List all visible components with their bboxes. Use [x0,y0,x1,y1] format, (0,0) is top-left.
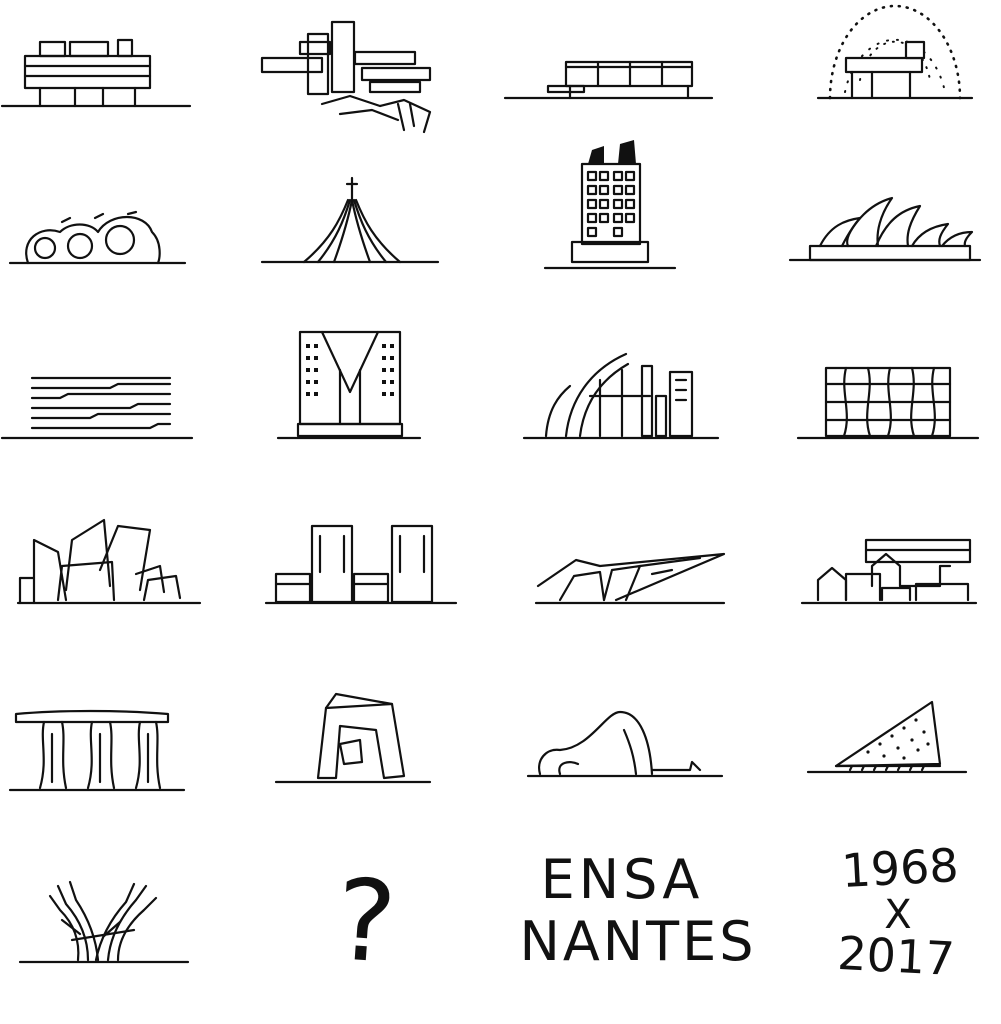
year-start: 1968 [840,838,960,898]
triangular-building-sketch-icon [806,700,968,774]
lattice-block-sketch-icon [796,366,980,440]
marina-bay-sands-sketch-icon [8,709,186,792]
geodesic-dome-sketch-icon [816,4,974,100]
fallingwater-sketch-icon [260,20,432,134]
villa-savoye-sketch-icon [0,38,192,108]
sail-church-sketch-icon [522,352,720,440]
wave-center-sketch-icon [526,710,724,778]
brasilia-cathedral-sketch-icon [260,176,440,264]
stacked-houses-sketch-icon [800,538,978,605]
monumental-tower-sketch-icon [276,330,422,440]
concert-hall-sketch-icon [16,518,202,605]
striped-facade-sketch-icon [0,376,194,440]
angular-museum-sketch-icon [534,552,726,605]
school-name-line1: ENSA [541,848,704,911]
bubble-house-sketch-icon [8,210,187,265]
cctv-loop-tower-sketch-icon [274,692,432,784]
farnsworth-house-sketch-icon [503,60,714,100]
capsule-tower-sketch-icon [543,140,677,270]
school-name-line2: NANTES [519,910,756,973]
question-mark: ? [332,855,400,989]
sydney-opera-house-sketch-icon [788,196,982,262]
sketch-grid-canvas: ? ENSA NANTES 1968 X 2017 [0,0,1001,1024]
twin-towers-sketch-icon [264,524,458,605]
year-end: 2017 [836,926,956,986]
branching-columns-sketch-icon [18,880,190,964]
